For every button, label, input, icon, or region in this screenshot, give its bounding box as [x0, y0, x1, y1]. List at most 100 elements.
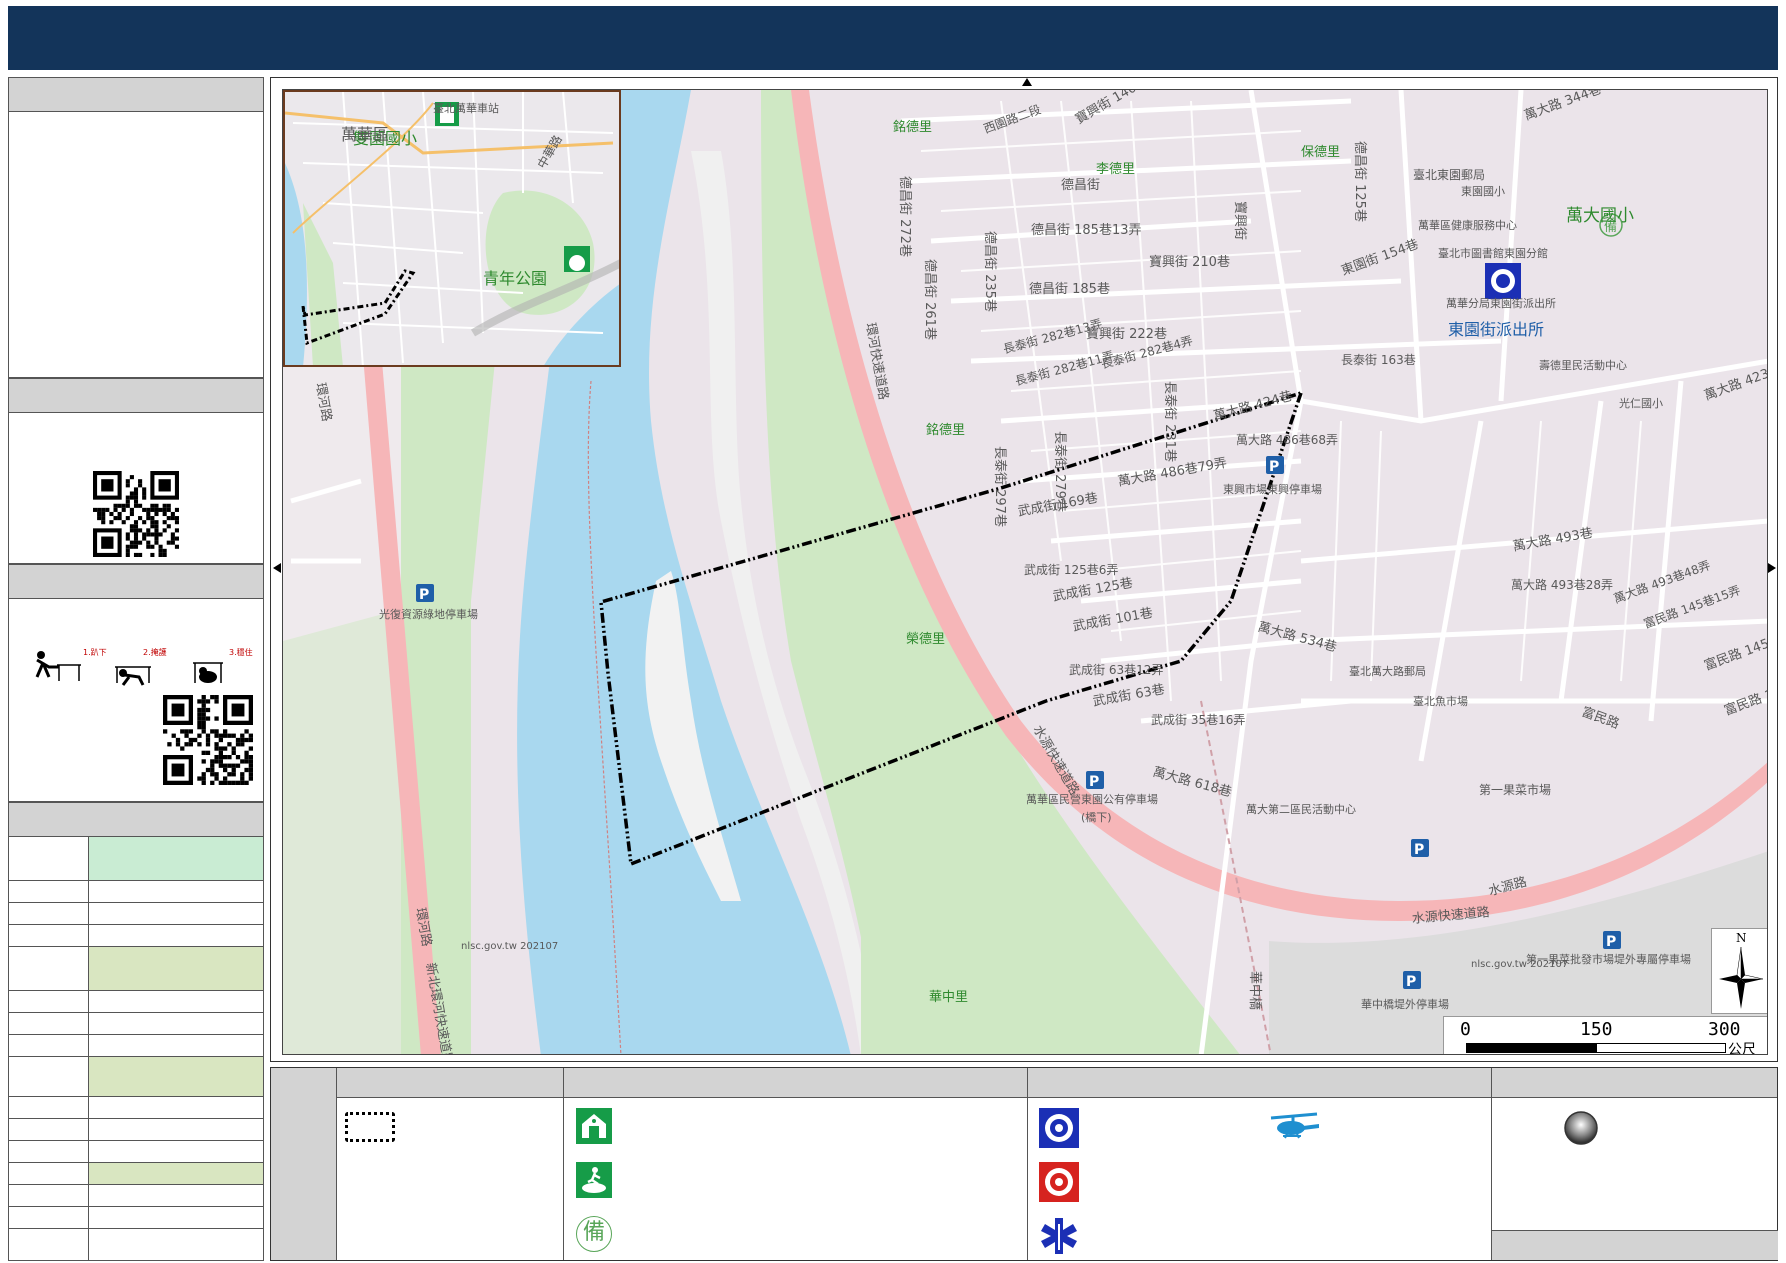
svg-text:P: P: [1089, 774, 1099, 790]
map-label: 萬華區健康服務中心: [1418, 219, 1517, 232]
map-label: 華中橋堤外停車場: [1361, 998, 1449, 1011]
step-hold-label: 3.穩住: [229, 647, 253, 657]
scale-tick-0: 0: [1460, 1019, 1471, 1040]
map-label: 萬大第二區民活動中心: [1246, 803, 1356, 816]
scale-bar: 0 150 300 公尺: [1443, 1016, 1767, 1055]
map-label: 武成街 125巷6弄: [1024, 563, 1119, 577]
scale-unit: 公尺: [1728, 1042, 1756, 1055]
table-row: [9, 837, 263, 881]
helicopter-icon: [1270, 1112, 1319, 1139]
legend-side-tab: [271, 1068, 337, 1260]
map-label: 長泰街 163巷: [1341, 353, 1416, 367]
svg-text:P: P: [1269, 459, 1279, 475]
scale-tick-300: 300: [1708, 1019, 1741, 1040]
table-row: [9, 1229, 263, 1261]
map-canvas[interactable]: P P P P P P 備 銘德里 德昌街 272巷 德昌街 235巷 德昌街 261…: [282, 89, 1768, 1055]
table-row: [9, 1097, 263, 1119]
boundary-icon: [345, 1112, 395, 1142]
info-panel-header: [9, 78, 263, 112]
map-label: 寶興街 210巷: [1149, 255, 1230, 270]
legend-col-divider-1: [563, 1068, 564, 1260]
map-label: 長泰街 231巷: [1162, 381, 1177, 462]
table-row: [9, 947, 263, 991]
table-row: [9, 925, 263, 947]
contact-table-panel: [8, 802, 264, 1261]
step-cover-label: 2.掩護: [143, 647, 167, 657]
map-label: (橋下): [1081, 811, 1112, 824]
map-label: 臺北萬大路郵局: [1349, 665, 1426, 678]
table-row: [9, 1057, 263, 1097]
table-row: [9, 1207, 263, 1229]
svg-text:P: P: [1606, 934, 1616, 950]
table-row: [9, 991, 263, 1013]
scale-bar-black: [1466, 1043, 1596, 1053]
table-row: [9, 1185, 263, 1207]
earthquake-panel: 1.趴下 2.掩護 3.穩住: [8, 564, 264, 802]
svg-text:P: P: [419, 587, 429, 603]
map-label: 保德里: [1301, 145, 1341, 160]
reserve-icon: 備: [576, 1216, 612, 1252]
svg-text:P: P: [1414, 842, 1424, 858]
map-label: 長泰街 297巷: [992, 446, 1007, 527]
map-label: 臺北東園郵局: [1413, 168, 1486, 182]
contact-table-header: [9, 803, 263, 837]
table-row: [9, 1013, 263, 1035]
scale-bar-white: [1596, 1043, 1726, 1053]
map-label: 德昌街 185巷: [1029, 282, 1110, 297]
shelter-icon: [576, 1108, 612, 1144]
map-label: nlsc.gov.tw 202107: [1471, 959, 1569, 970]
scale-tick-150: 150: [1580, 1019, 1613, 1040]
park-icon: [576, 1162, 612, 1198]
map-label: 光仁國小: [1619, 397, 1663, 410]
table-row: [9, 1119, 263, 1141]
qr-panel: [8, 378, 264, 564]
map-label: 德昌街: [1061, 178, 1101, 193]
frame-arrow-top: [1022, 78, 1032, 86]
table-row: [9, 1163, 263, 1185]
map-label: 萬大路 486巷68弄: [1236, 433, 1338, 447]
point-icon: [1564, 1111, 1598, 1145]
north-arrow-box: N: [1711, 928, 1767, 1014]
map-label: 青年公園: [483, 269, 548, 288]
medical-icon: [1041, 1218, 1077, 1254]
step-drop-label: 1.趴下: [83, 648, 107, 657]
map-label: 寶興街: [1232, 201, 1247, 241]
earthquake-panel-header: [9, 565, 263, 599]
table-row: [9, 1141, 263, 1163]
map-label: 東園街派出所: [1448, 320, 1545, 339]
qr-code-icon[interactable]: [93, 471, 179, 557]
inset-map[interactable]: 雙園國小 萬華區 臺北萬華車站 中華路 青年公園: [283, 90, 621, 367]
title-banner: [8, 6, 1778, 70]
map-label: 德昌街 261巷: [922, 259, 937, 340]
map-label: 德昌街 185巷13弄: [1031, 223, 1142, 238]
map-label: 萬大國小: [1566, 206, 1634, 226]
map-label: 銘德里: [926, 423, 966, 438]
map-label: 德昌街 272巷: [897, 176, 912, 257]
info-panel: [8, 77, 264, 378]
legend-header-row: [337, 1068, 1777, 1098]
table-row: [9, 903, 263, 925]
table-row: [9, 1035, 263, 1057]
map-label: 第一果菜市場: [1479, 783, 1552, 797]
map-label: 武成街 35巷16弄: [1151, 713, 1246, 727]
map-label: 德昌街 125巷: [1352, 141, 1367, 222]
map-label: 華中里: [929, 990, 969, 1005]
frame-arrow-right: [1768, 563, 1776, 573]
map-label: 萬大路 493巷28弄: [1511, 578, 1613, 592]
map-label: 榮德里: [906, 632, 946, 647]
map-label: 臺北市圖書館東園分館: [1438, 247, 1548, 260]
contact-table: [9, 837, 263, 1261]
qr-code-icon[interactable]: [163, 695, 253, 785]
map-label: 德昌街 235巷: [982, 231, 997, 312]
map-label: 臺北萬華車站: [433, 102, 499, 115]
north-label: N: [1736, 931, 1747, 945]
map-label: nlsc.gov.tw 202107: [461, 941, 559, 952]
legend-footer-cell: [1492, 1230, 1778, 1260]
map-label: 東興市場東興停車場: [1223, 483, 1322, 496]
map-label: 臺北魚市場: [1413, 695, 1468, 708]
map-label: 萬華區: [341, 125, 390, 144]
inset-basemap: [285, 92, 619, 365]
qr-panel-header: [9, 379, 263, 413]
legend-col-divider-2: [1027, 1068, 1028, 1260]
map-label: 光復資源綠地停車場: [379, 608, 478, 621]
